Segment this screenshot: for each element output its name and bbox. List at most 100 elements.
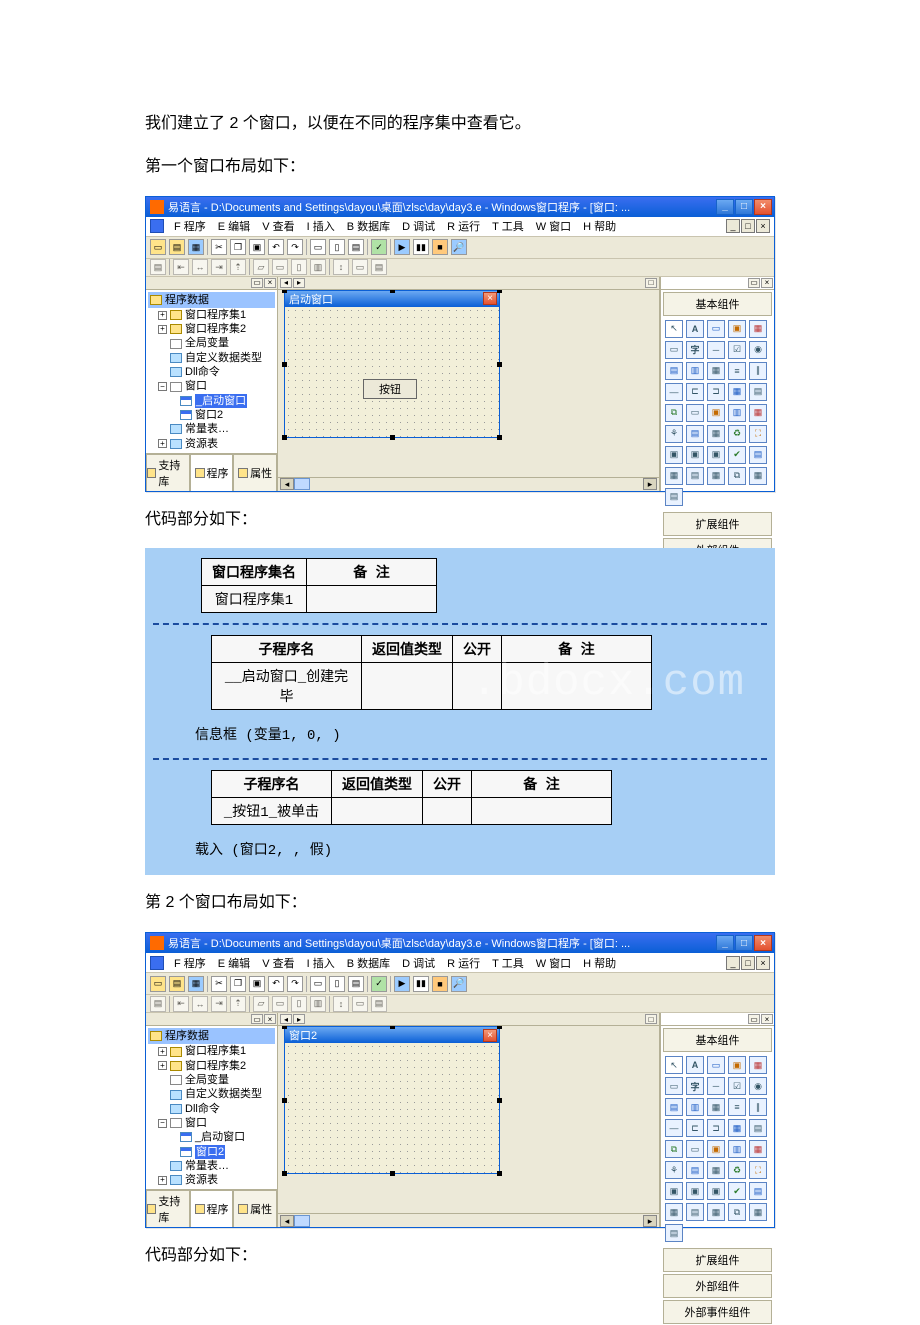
palette-cat-ext[interactable]: 扩展组件 — [663, 512, 772, 536]
tool-win2-icon[interactable]: ▯ — [329, 976, 345, 992]
align-1-icon[interactable]: ▤ — [150, 996, 166, 1012]
hsep-comp-icon[interactable]: — — [665, 1119, 683, 1137]
align-6-icon[interactable]: ▱ — [253, 259, 269, 275]
listview-comp-icon[interactable]: ▦ — [707, 1098, 725, 1116]
vsep-comp-icon[interactable]: ⊏ — [686, 383, 704, 401]
menu-insert[interactable]: I 插入 — [301, 955, 341, 971]
tree-node[interactable]: Dll命令 — [148, 1102, 275, 1116]
comp-38-icon[interactable]: ▦ — [707, 467, 725, 485]
form-window[interactable]: 启动窗口 × 按钮 — [284, 290, 500, 438]
maximize-button[interactable]: □ — [735, 199, 753, 215]
tool-cut-icon[interactable]: ✂ — [211, 239, 227, 255]
align-5-icon[interactable]: ⇡ — [230, 259, 246, 275]
horizontal-scrollbar[interactable]: ◂ ▸ — [278, 1213, 659, 1227]
tree-node[interactable]: 自定义数据类型 — [148, 1087, 275, 1101]
tab-support[interactable]: 支持库 — [146, 454, 190, 491]
vsep-comp-icon[interactable]: ⊏ — [686, 1119, 704, 1137]
palette-cat-external[interactable]: 外部组件 — [663, 1274, 772, 1298]
comp-25-icon[interactable]: ▦ — [749, 404, 767, 422]
listbox-comp-icon[interactable]: ▤ — [665, 362, 683, 380]
grid-comp-icon[interactable]: ▦ — [728, 383, 746, 401]
edit-comp-icon[interactable]: ▭ — [707, 320, 725, 338]
scroll-right-icon[interactable]: ▸ — [643, 478, 657, 490]
comp-23-icon[interactable]: ▣ — [707, 404, 725, 422]
comp-26-icon[interactable]: ⚘ — [665, 1161, 683, 1179]
comp-36-icon[interactable]: ▦ — [665, 1203, 683, 1221]
design-button[interactable]: 按钮 — [363, 379, 417, 399]
comp-39-icon[interactable]: ⧉ — [728, 1203, 746, 1221]
align-9-icon[interactable]: ▥ — [310, 996, 326, 1012]
label-comp-icon[interactable]: A — [686, 1056, 704, 1074]
comp-40-icon[interactable]: ▦ — [749, 1203, 767, 1221]
comp-28-icon[interactable]: ▦ — [707, 1161, 725, 1179]
tool-stop-icon[interactable]: ■ — [432, 976, 448, 992]
comp-32-icon[interactable]: ▣ — [686, 446, 704, 464]
grid-comp-icon[interactable]: ▦ — [728, 1119, 746, 1137]
pane-pin-icon[interactable]: ▭ — [251, 278, 263, 288]
tool-win3-icon[interactable]: ▤ — [348, 976, 364, 992]
panel-comp-icon[interactable]: ⊐ — [707, 383, 725, 401]
listbox-comp-icon[interactable]: ▤ — [665, 1098, 683, 1116]
tree-node[interactable]: +窗口程序集1 — [148, 308, 275, 322]
scroll-left-icon[interactable]: ◂ — [280, 478, 294, 490]
menu-db[interactable]: B 数据库 — [341, 218, 396, 234]
tool-new-icon[interactable]: ▭ — [150, 239, 166, 255]
comp-29-icon[interactable]: ♻ — [728, 425, 746, 443]
tab-program[interactable]: 程序 — [190, 454, 234, 491]
comp-37-icon[interactable]: ▤ — [686, 1203, 704, 1221]
comp-33-icon[interactable]: ▣ — [707, 446, 725, 464]
comp-34-icon[interactable]: ✔ — [728, 446, 746, 464]
tool-pause-icon[interactable]: ▮▮ — [413, 976, 429, 992]
mdi-minimize[interactable]: _ — [726, 956, 740, 970]
tree-root[interactable]: 程序数据 — [148, 1028, 275, 1044]
timer-comp-icon[interactable]: ⧉ — [665, 404, 683, 422]
palette-pin-icon[interactable]: ▭ — [748, 1014, 760, 1024]
align-7-icon[interactable]: ▭ — [272, 259, 288, 275]
tool-cut-icon[interactable]: ✂ — [211, 976, 227, 992]
pane-close-icon[interactable]: × — [264, 1014, 276, 1024]
scroll-comp-icon[interactable]: ≡ — [728, 362, 746, 380]
treeview-comp-icon[interactable]: ▤ — [749, 1119, 767, 1137]
designer-next-icon[interactable]: ▸ — [293, 1014, 305, 1024]
comp-41-icon[interactable]: ▤ — [665, 488, 683, 506]
mdi-close[interactable]: × — [756, 219, 770, 233]
tool-compile-icon[interactable]: ✓ — [371, 976, 387, 992]
combobox-comp-icon[interactable]: ▥ — [686, 362, 704, 380]
timer-comp-icon[interactable]: ⧉ — [665, 1140, 683, 1158]
comp-39-icon[interactable]: ⧉ — [728, 467, 746, 485]
tree-node[interactable]: 自定义数据类型 — [148, 351, 275, 365]
comp-25-icon[interactable]: ▦ — [749, 1140, 767, 1158]
edit-comp-icon[interactable]: ▭ — [707, 1056, 725, 1074]
pane-pin-icon[interactable]: ▭ — [251, 1014, 263, 1024]
form-close-icon[interactable]: × — [483, 1029, 497, 1042]
scrollv-comp-icon[interactable]: ∥ — [749, 1098, 767, 1116]
tool-paste-icon[interactable]: ▣ — [249, 239, 265, 255]
palette-pin-icon[interactable]: ▭ — [748, 278, 760, 288]
tool-undo-icon[interactable]: ↶ — [268, 976, 284, 992]
align-1-icon[interactable]: ▤ — [150, 259, 166, 275]
line-comp-icon[interactable]: ─ — [707, 1077, 725, 1095]
align-6-icon[interactable]: ▱ — [253, 996, 269, 1012]
close-button[interactable]: × — [754, 199, 772, 215]
tree-node-selected[interactable]: _启动窗口 — [148, 394, 275, 408]
palette-cat-extevt[interactable]: 外部事件组件 — [663, 1300, 772, 1324]
designer-prev-icon[interactable]: ◂ — [280, 1014, 292, 1024]
mdi-minimize[interactable]: _ — [726, 219, 740, 233]
menu-edit[interactable]: E 编辑 — [212, 218, 256, 234]
tab-property[interactable]: 属性 — [233, 1190, 277, 1227]
designer-max-icon[interactable]: □ — [645, 278, 657, 288]
tree-node[interactable]: 窗口2 — [148, 408, 275, 422]
align-4-icon[interactable]: ⇥ — [211, 259, 227, 275]
tab-support[interactable]: 支持库 — [146, 1190, 190, 1227]
designer-prev-icon[interactable]: ◂ — [280, 278, 292, 288]
palette-cat-ext[interactable]: 扩展组件 — [663, 1248, 772, 1272]
align-4-icon[interactable]: ⇥ — [211, 996, 227, 1012]
menu-debug[interactable]: D 调试 — [396, 955, 441, 971]
menu-db[interactable]: B 数据库 — [341, 955, 396, 971]
menu-tools[interactable]: T 工具 — [486, 955, 530, 971]
comp-24-icon[interactable]: ▥ — [728, 404, 746, 422]
tool-open-icon[interactable]: ▤ — [169, 239, 185, 255]
scroll-thumb[interactable] — [294, 1215, 310, 1227]
tool-win3-icon[interactable]: ▤ — [348, 239, 364, 255]
palette-cat-basic[interactable]: 基本组件 — [663, 1028, 772, 1052]
